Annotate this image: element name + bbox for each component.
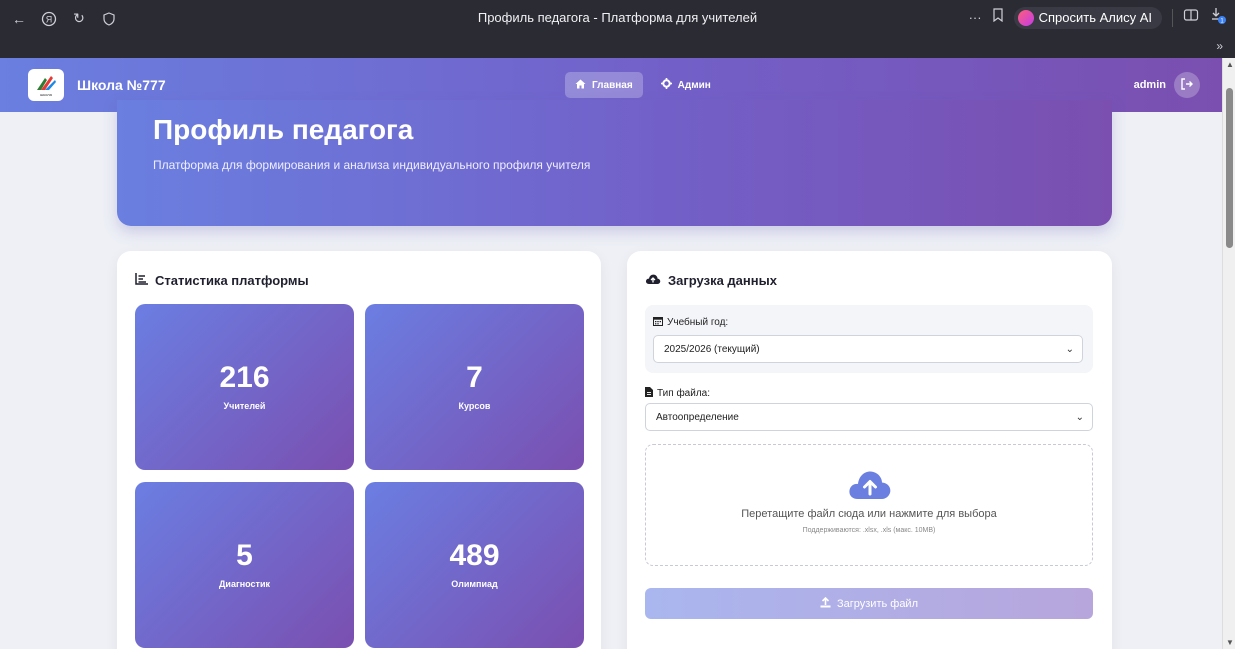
nav-link-admin-label: Админ	[677, 79, 711, 91]
downloads-icon[interactable]: 1	[1209, 6, 1227, 29]
nav-link-home[interactable]: Главная	[565, 72, 643, 98]
cloud-upload-icon	[645, 273, 661, 288]
dropzone-text: Перетащите файл сюда или нажмите для выб…	[741, 508, 997, 520]
stat-label: Курсов	[458, 401, 491, 411]
stats-card: Статистика платформы 216 Учителей 7 Курс…	[117, 251, 601, 649]
hero-banner: Профиль педагога Платформа для формирова…	[117, 100, 1112, 226]
ask-alisa-button[interactable]: Спросить Алису AI	[1013, 6, 1162, 29]
upload-title-label: Загрузка данных	[668, 273, 777, 288]
page-title: Профиль педагога	[153, 114, 414, 145]
cloud-upload-icon	[847, 468, 893, 507]
year-label-text: Учебный год:	[667, 317, 729, 328]
year-group: Учебный год: 2025/2026 (текущий) ⌄	[645, 305, 1093, 373]
file-type-select[interactable]: Автоопределение ⌄	[645, 403, 1093, 431]
page-subtitle: Платформа для формирования и анализа инд…	[153, 158, 591, 172]
file-type-select-value: Автоопределение	[656, 411, 739, 423]
chevron-down-icon: ⌄	[1065, 344, 1074, 355]
home-icon	[575, 79, 586, 92]
stat-courses: 7 Курсов	[365, 304, 584, 470]
year-select[interactable]: 2025/2026 (текущий) ⌄	[653, 335, 1083, 363]
stat-value: 7	[466, 361, 483, 394]
file-dropzone[interactable]: Перетащите файл сюда или нажмите для выб…	[645, 444, 1093, 566]
stat-olympiads: 489 Олимпиад	[365, 482, 584, 648]
nav-link-admin[interactable]: Админ	[651, 72, 721, 98]
chart-icon	[135, 273, 148, 288]
brand-name[interactable]: Школа №777	[77, 77, 166, 93]
nav-link-home-label: Главная	[592, 79, 633, 91]
divider	[1172, 8, 1173, 27]
school-logo[interactable]: школа	[28, 69, 64, 101]
scroll-down-icon[interactable]: ▼	[1226, 638, 1234, 647]
menu-dots-icon[interactable]: ···	[969, 10, 982, 25]
scroll-up-icon[interactable]: ▲	[1226, 60, 1234, 69]
stat-value: 216	[219, 361, 270, 394]
stats-card-title: Статистика платформы	[135, 273, 309, 288]
stat-label: Олимпиад	[451, 579, 498, 589]
file-icon	[645, 387, 653, 400]
browser-toolbar: ← Я ↻ Профиль педагога - Платформа для у…	[0, 0, 1235, 37]
chevron-down-icon: ⌄	[1075, 412, 1084, 423]
alisa-icon	[1017, 9, 1034, 26]
bookmark-icon[interactable]	[992, 8, 1004, 27]
logout-icon	[1181, 77, 1193, 93]
upload-button-label: Загрузить файл	[836, 597, 918, 610]
scroll-thumb[interactable]	[1226, 88, 1233, 248]
browser-subbar: »	[0, 37, 1235, 58]
file-type-label-text: Тип файла:	[657, 388, 710, 399]
svg-text:Я: Я	[46, 14, 53, 24]
reading-mode-icon[interactable]	[1183, 8, 1199, 27]
page-scrollbar[interactable]: ▲ ▼	[1222, 58, 1235, 649]
upload-card: Загрузка данных Учебный год: 2025/2026 (…	[627, 251, 1112, 649]
stat-label: Диагностик	[219, 579, 270, 589]
user-menu: admin	[1134, 72, 1200, 98]
yandex-icon[interactable]: Я	[38, 8, 60, 30]
logout-button[interactable]	[1174, 72, 1200, 98]
year-select-value: 2025/2026 (текущий)	[664, 343, 760, 355]
stat-teachers: 216 Учителей	[135, 304, 354, 470]
upload-icon	[820, 596, 831, 611]
calendar-icon	[653, 316, 663, 329]
stat-value: 489	[449, 539, 500, 572]
reload-icon[interactable]: ↻	[68, 8, 90, 30]
chevron-right-icon[interactable]: »	[1216, 39, 1223, 53]
back-icon[interactable]: ←	[8, 8, 30, 30]
svg-text:школа: школа	[40, 92, 52, 97]
main-nav: Главная Админ	[565, 72, 721, 98]
stat-label: Учителей	[223, 401, 266, 411]
stat-diagnostics: 5 Диагностик	[135, 482, 354, 648]
upload-file-button[interactable]: Загрузить файл	[645, 588, 1093, 619]
upload-card-title: Загрузка данных	[645, 273, 777, 288]
cog-icon	[660, 78, 672, 92]
year-field-label: Учебный год:	[653, 316, 728, 329]
file-type-field-label: Тип файла:	[645, 387, 710, 400]
stat-value: 5	[236, 539, 253, 572]
shield-icon[interactable]	[98, 8, 120, 30]
ask-alisa-label: Спросить Алису AI	[1038, 10, 1152, 25]
stats-title-label: Статистика платформы	[155, 273, 309, 288]
dropzone-hint: Поддерживаются: .xlsx, .xls (макс. 10MB)	[802, 527, 936, 534]
username[interactable]: admin	[1134, 79, 1166, 91]
